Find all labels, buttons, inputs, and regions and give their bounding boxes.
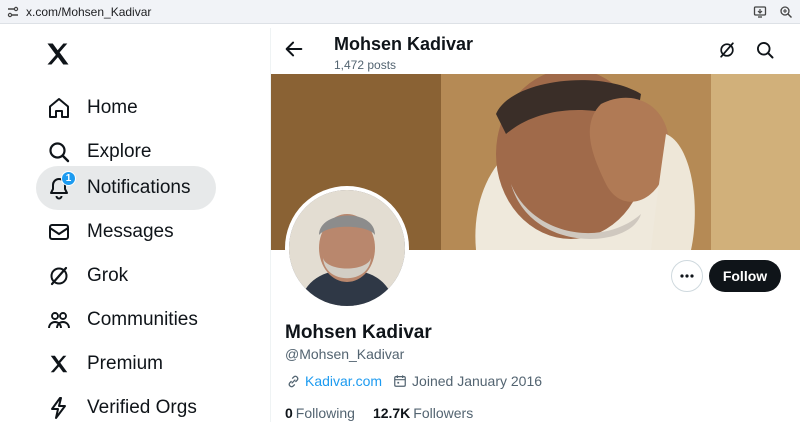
- joined-date: Joined January 2016: [412, 373, 543, 389]
- avatar[interactable]: [285, 186, 409, 310]
- browser-address-bar: x.com/Mohsen_Kadivar: [0, 0, 800, 24]
- more-options-button[interactable]: [671, 260, 703, 292]
- follow-counts: 0 Following 12.7K Followers: [285, 405, 473, 421]
- avatar-photo-illustration: [289, 190, 405, 306]
- people-icon: [46, 307, 72, 333]
- search-icon: [46, 139, 72, 165]
- bell-icon: 1: [46, 171, 76, 201]
- sidebar-item-label: Verified Orgs: [87, 397, 197, 418]
- profile-meta: Kadivar.com Joined January 2016: [285, 373, 542, 389]
- lightning-icon: [46, 395, 72, 421]
- header-post-count: 1,472 posts: [334, 58, 397, 72]
- home-icon: [46, 95, 72, 121]
- install-app-icon[interactable]: [752, 4, 768, 20]
- avatar-photo: [289, 190, 405, 306]
- sidebar-item-label: Grok: [87, 265, 129, 286]
- back-arrow-icon[interactable]: [283, 38, 305, 60]
- sidebar-item-label: Home: [87, 97, 138, 118]
- sidebar-item-label: Messages: [87, 221, 174, 242]
- profile-name: Mohsen Kadivar: [285, 322, 432, 343]
- search-icon[interactable]: [755, 40, 775, 60]
- followers-link[interactable]: 12.7K Followers: [373, 405, 473, 421]
- sidebar-item-home[interactable]: Home: [36, 86, 150, 130]
- sidebar-item-verified-orgs[interactable]: Verified Orgs: [36, 386, 209, 430]
- following-count: 0: [285, 405, 293, 421]
- sidebar-item-label: Explore: [87, 141, 152, 162]
- sidebar-item-label: Premium: [87, 353, 164, 374]
- sidebar-item-communities[interactable]: Communities: [36, 298, 210, 342]
- follow-button[interactable]: Follow: [709, 260, 781, 292]
- grok-icon: [46, 263, 72, 289]
- header-name: Mohsen Kadivar: [334, 34, 474, 54]
- grok-icon[interactable]: [717, 40, 737, 60]
- sidebar-item-notifications[interactable]: 1 Notifications: [36, 166, 216, 210]
- sidebar-item-messages[interactable]: Messages: [36, 210, 186, 254]
- sidebar-item-grok[interactable]: Grok: [36, 254, 140, 298]
- following-label: Following: [295, 405, 355, 421]
- followers-count: 12.7K: [372, 405, 411, 421]
- sidebar-item-label: Notifications: [87, 177, 191, 198]
- followers-label: Followers: [413, 405, 474, 421]
- profile-handle: @Mohsen_Kadivar: [285, 346, 405, 362]
- sidebar-item-premium[interactable]: Premium: [36, 342, 175, 386]
- sidebar: Home Explore 1 Notifications Messages Gr…: [0, 24, 270, 422]
- site-settings-icon[interactable]: [6, 5, 20, 19]
- profile-header-bar: Mohsen Kadivar 1,472 posts: [271, 24, 800, 74]
- sidebar-item-label: Communities: [87, 309, 198, 330]
- x-logo-icon: [46, 351, 72, 377]
- website-link[interactable]: Kadivar.com: [305, 373, 382, 389]
- envelope-icon: [46, 219, 72, 245]
- zoom-icon[interactable]: [778, 4, 794, 20]
- x-logo-icon[interactable]: [44, 40, 72, 68]
- notification-badge: 1: [61, 171, 76, 186]
- profile-column: Mohsen Kadivar 1,472 posts Follow Mohsen…: [271, 24, 800, 422]
- following-link[interactable]: 0 Following: [285, 405, 355, 421]
- url-text[interactable]: x.com/Mohsen_Kadivar: [26, 5, 151, 19]
- link-icon: [285, 373, 301, 389]
- calendar-icon: [392, 373, 408, 389]
- ellipsis-icon: [680, 274, 694, 278]
